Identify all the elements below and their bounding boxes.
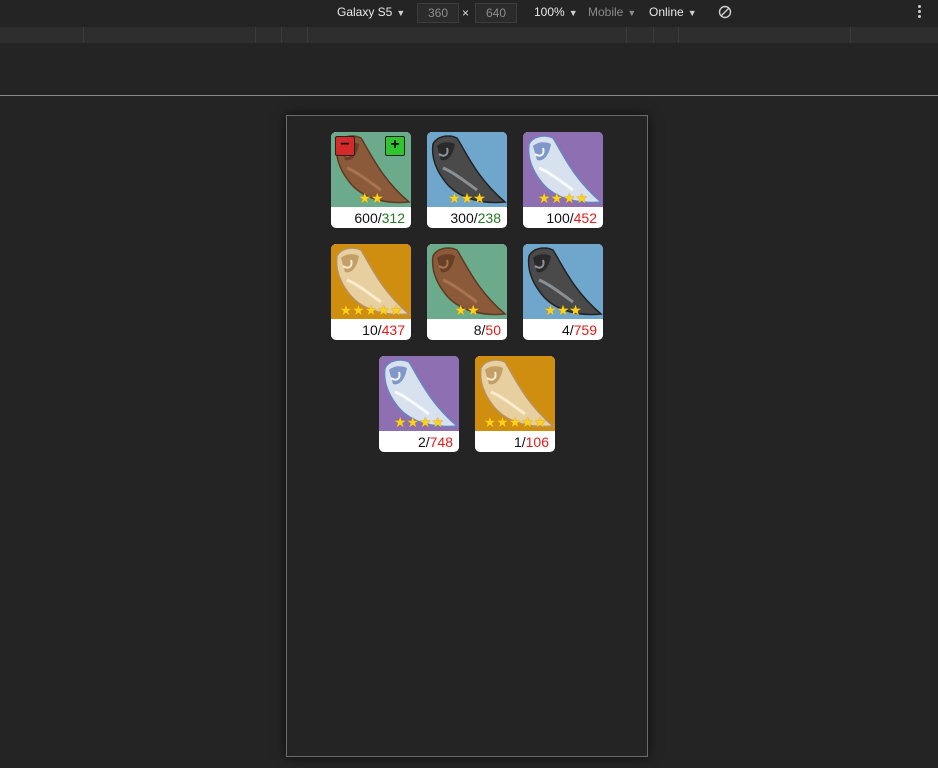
star-rating: ★★ [427, 302, 507, 318]
star-rating: ★★★★ [379, 414, 459, 430]
owned-count: 4 [561, 322, 570, 338]
stars-label: ★★★ [448, 190, 486, 206]
network-select[interactable]: Online ▼ [649, 5, 697, 19]
stars-label: ★★ [358, 190, 384, 206]
required-count: 748 [429, 434, 453, 450]
owned-count: 100 [546, 210, 570, 226]
item-art: ★★★★★ [475, 356, 555, 431]
zoom-select[interactable]: 100% ▼ [534, 5, 578, 19]
network-label: Online [649, 5, 684, 19]
item-count: 600/312 [331, 208, 405, 228]
mode-label: Mobile [588, 5, 624, 19]
star-rating: ★★★★★ [475, 414, 555, 430]
owned-count: 8 [473, 322, 482, 338]
stars-label: ★★★★★ [339, 302, 403, 318]
item-count: 300/238 [427, 208, 501, 228]
dimension-separator: × [462, 6, 470, 20]
owned-count: 2 [417, 434, 426, 450]
item-count: 100/452 [523, 208, 597, 228]
required-count: 437 [381, 322, 405, 338]
stars-label: ★★★★★ [483, 414, 547, 430]
item-card[interactable]: ★★ 8/50 [427, 244, 507, 340]
required-count: 759 [573, 322, 597, 338]
item-count: 1/106 [475, 432, 549, 452]
required-count: 452 [573, 210, 597, 226]
item-art: ★★★★ [379, 356, 459, 431]
item-card[interactable]: ★★ − +600/312 [331, 132, 411, 228]
stars-label: ★★★★ [393, 414, 445, 430]
zoom-dropdown-icon: ▼ [568, 8, 578, 18]
star-rating: ★★★ [523, 302, 603, 318]
ruler-divider [0, 95, 938, 96]
owned-count: 300 [450, 210, 474, 226]
item-art: ★★★★★ [331, 244, 411, 319]
star-rating: ★★ [331, 190, 411, 206]
decrease-button[interactable]: − [335, 136, 355, 156]
item-count: 4/759 [523, 320, 597, 340]
item-card[interactable]: ★★★★★ 10/437 [331, 244, 411, 340]
owned-count: 10 [362, 322, 378, 338]
mode-dropdown-icon: ▼ [627, 8, 637, 18]
item-card[interactable]: ★★★★ 2/748 [379, 356, 459, 452]
stars-label: ★★ [454, 302, 480, 318]
item-art: ★★★★ [523, 132, 603, 207]
width-input[interactable]: 360 [417, 3, 459, 23]
star-rating: ★★★★ [523, 190, 603, 206]
item-card[interactable]: ★★★ 4/759 [523, 244, 603, 340]
item-art: ★★ [427, 244, 507, 319]
height-input[interactable]: 640 [475, 3, 517, 23]
item-count: 2/748 [379, 432, 453, 452]
network-dropdown-icon: ▼ [687, 8, 697, 18]
item-card[interactable]: ★★★ 300/238 [427, 132, 507, 228]
item-count: 8/50 [427, 320, 501, 340]
item-art: ★★★ [427, 132, 507, 207]
required-count: 312 [381, 210, 405, 226]
device-select[interactable]: Galaxy S5 ▼ [337, 5, 405, 19]
required-count: 238 [477, 210, 501, 226]
device-label: Galaxy S5 [337, 5, 393, 19]
media-query-ruler [0, 27, 938, 43]
item-count: 10/437 [331, 320, 405, 340]
item-art: ★★★ [523, 244, 603, 319]
star-rating: ★★★ [427, 190, 507, 206]
owned-count: 1 [513, 434, 522, 450]
item-card[interactable]: ★★★★★ 1/106 [475, 356, 555, 452]
required-count: 50 [485, 322, 501, 338]
device-toolbar: Galaxy S5 ▼ 360 × 640 100% ▼ Mobile ▼ Onlin… [0, 0, 938, 26]
owned-count: 600 [354, 210, 378, 226]
device-viewport: ★★ − +600/312 ★★★ 300/238 ★★★★ 100/452 ★★★★★ 10/… [286, 115, 648, 757]
more-options-icon[interactable] [918, 5, 922, 20]
item-card[interactable]: ★★★★ 100/452 [523, 132, 603, 228]
mode-select[interactable]: Mobile ▼ [588, 5, 636, 19]
stars-label: ★★★ [544, 302, 582, 318]
zoom-label: 100% [534, 5, 565, 19]
increase-button[interactable]: + [385, 136, 405, 156]
required-count: 106 [525, 434, 549, 450]
star-rating: ★★★★★ [331, 302, 411, 318]
device-dropdown-icon: ▼ [396, 8, 406, 18]
rotate-icon[interactable] [718, 5, 732, 19]
stars-label: ★★★★ [537, 190, 589, 206]
